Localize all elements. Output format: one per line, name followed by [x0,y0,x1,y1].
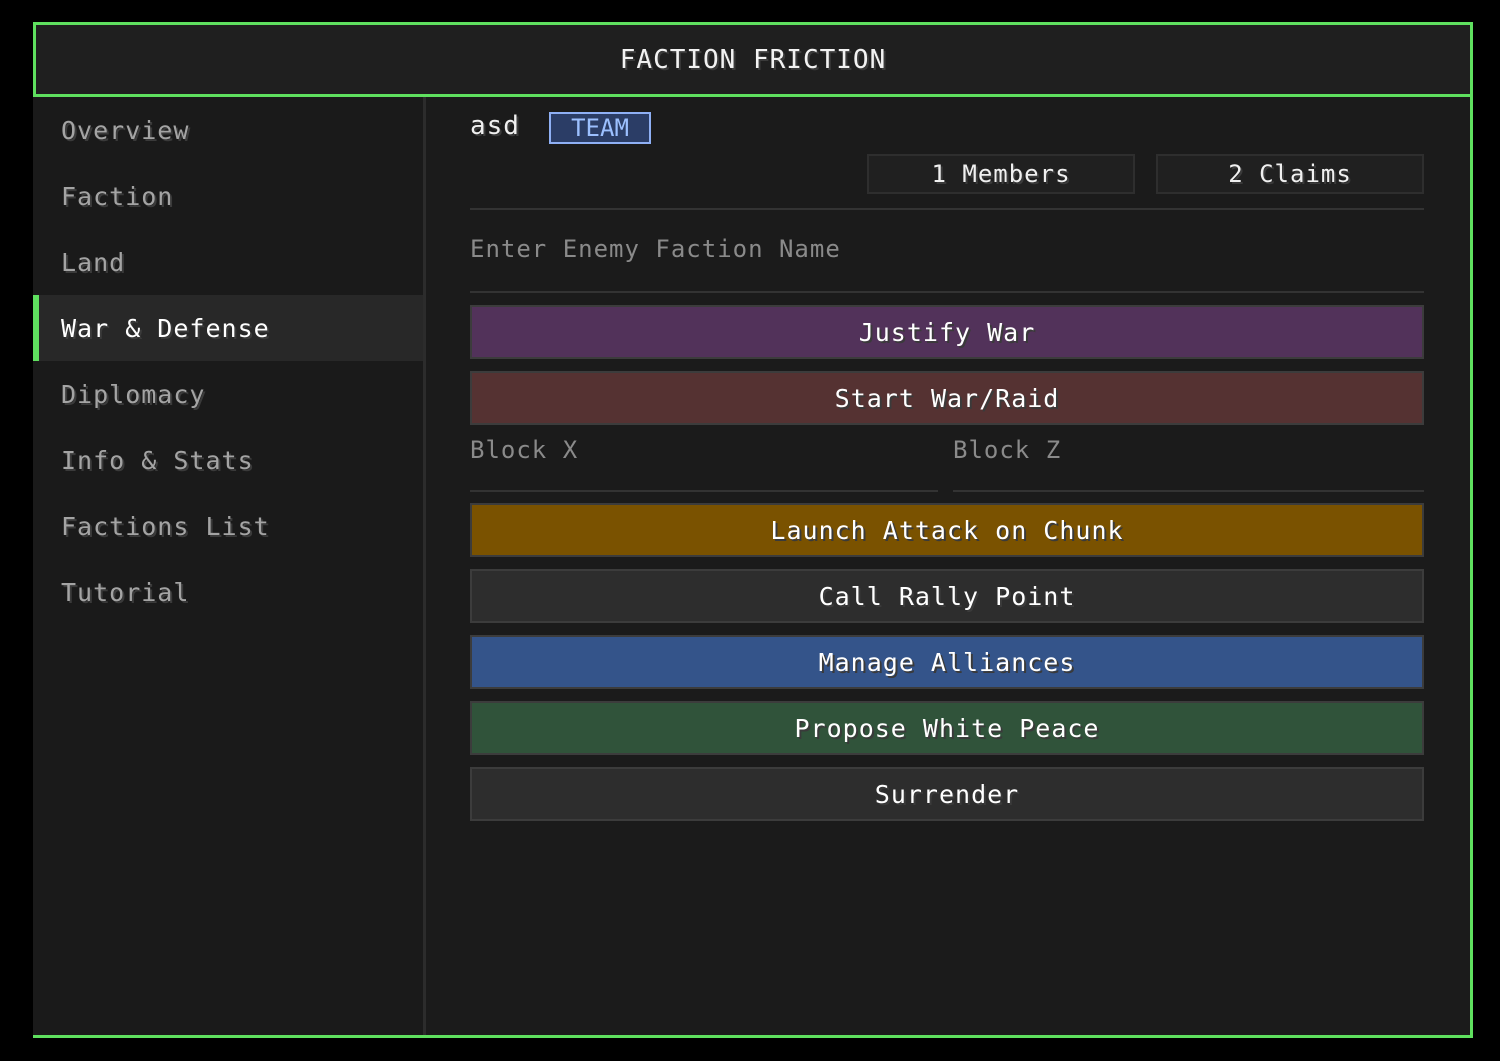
sidebar-item-factions-list[interactable]: Factions List [33,493,423,559]
war-defense-panel: asd TEAM 1 Members 2 Claims Justify War … [426,97,1470,1035]
sidebar-item-info-stats[interactable]: Info & Stats [33,427,423,493]
sidebar-item-land[interactable]: Land [33,229,423,295]
sidebar-item-faction[interactable]: Faction [33,163,423,229]
block-z-input[interactable] [953,430,1423,470]
manage-alliances-button[interactable]: Manage Alliances [470,635,1424,689]
header-divider [470,208,1424,210]
sidebar-item-diplomacy[interactable]: Diplomacy [33,361,423,427]
members-count-box: 1 Members [867,154,1135,194]
propose-white-peace-button[interactable]: Propose White Peace [470,701,1424,755]
surrender-button[interactable]: Surrender [470,767,1424,821]
sidebar-item-overview[interactable]: Overview [33,97,423,163]
sidebar-item-tutorial[interactable]: Tutorial [33,559,423,625]
start-war-raid-button[interactable]: Start War/Raid [470,371,1424,425]
faction-window: FACTION FRICTION Overview Faction Land W… [33,22,1473,1038]
block-z-underline [953,490,1424,492]
team-tag-badge: TEAM [549,112,651,144]
justify-war-button[interactable]: Justify War [470,305,1424,359]
sidebar-item-war-defense[interactable]: War & Defense [33,295,423,361]
window-title: FACTION FRICTION [619,44,887,75]
call-rally-point-button[interactable]: Call Rally Point [470,569,1424,623]
enemy-faction-name-input[interactable] [470,229,1424,269]
block-x-underline [470,490,938,492]
window-title-bar: FACTION FRICTION [33,22,1473,97]
claims-count-box: 2 Claims [1156,154,1424,194]
sidebar: Overview Faction Land War & Defense Dipl… [33,97,426,1035]
faction-name: asd [470,111,520,141]
launch-attack-button[interactable]: Launch Attack on Chunk [470,503,1424,557]
enemy-input-underline [470,291,1424,293]
block-x-input[interactable] [470,430,936,470]
